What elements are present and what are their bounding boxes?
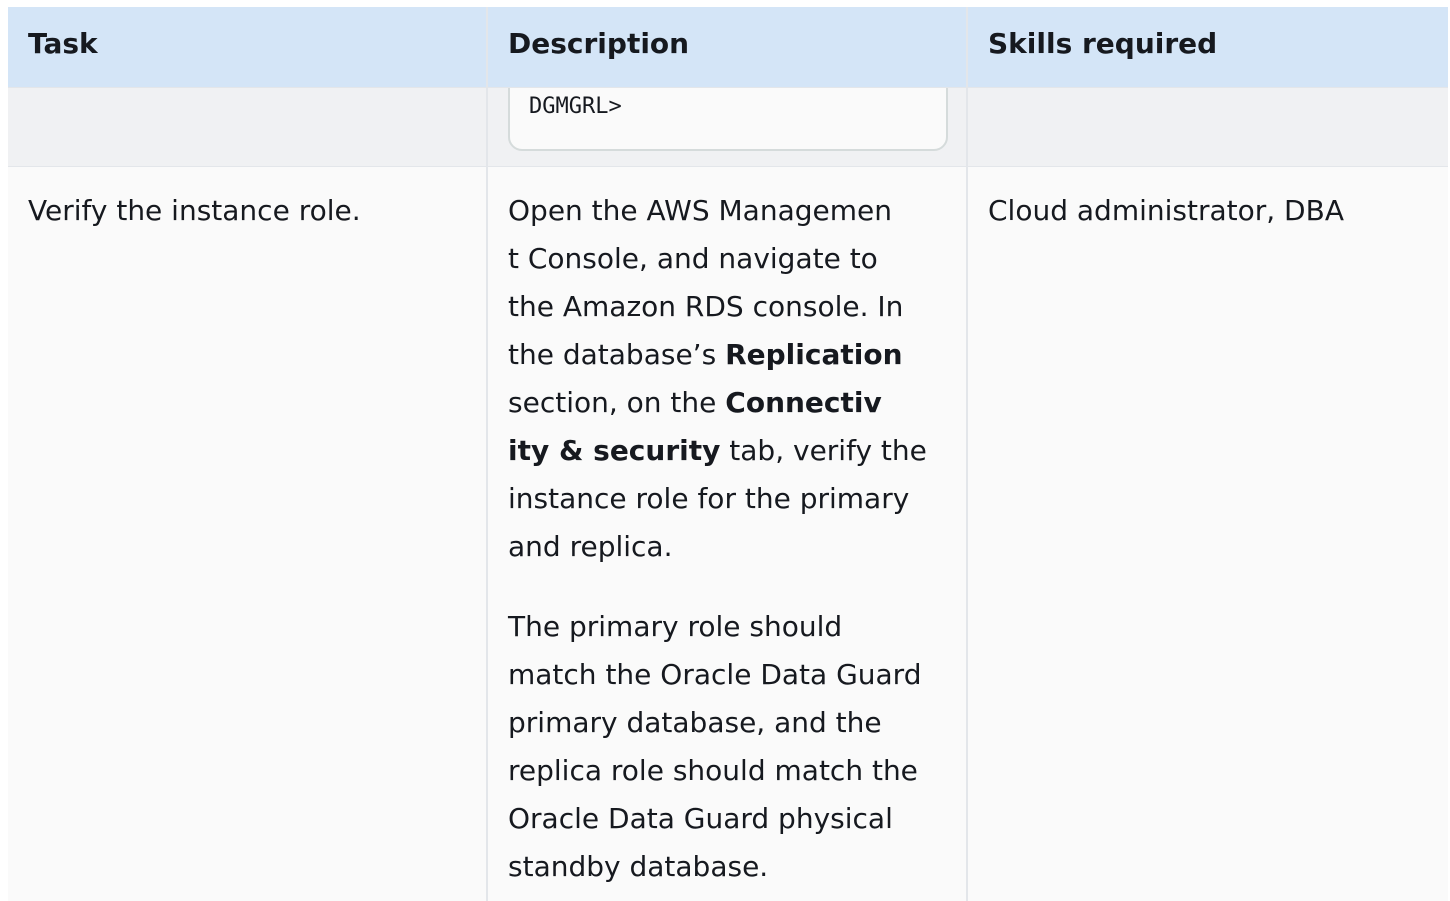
- description-paragraph-2: The primary role should match the Oracle …: [508, 610, 922, 883]
- connectivity-term-b: ity & security: [508, 434, 721, 467]
- prev-row-skills-cell: [968, 88, 1448, 166]
- skills-text: Cloud administrator, DBA: [988, 194, 1344, 227]
- row-task-cell: Verify the instance role.: [8, 167, 486, 901]
- task-text: Verify the instance role.: [28, 194, 361, 227]
- header-skills-required: Skills required: [968, 7, 1448, 87]
- header-task: Task: [8, 7, 486, 87]
- task-table: Task Description Skills required DGMGRL>…: [8, 7, 1448, 901]
- connectivity-term-a: Connectiv: [725, 386, 882, 419]
- prev-row-description-cell: DGMGRL>: [488, 88, 966, 166]
- row-skills-cell: Cloud administrator, DBA: [968, 167, 1448, 901]
- row-description-cell: Open the AWS Managemen t Console, and nav…: [488, 167, 966, 901]
- description-paragraph-1: Open the AWS Managemen t Console, and nav…: [508, 194, 927, 563]
- prev-row-task-cell: [8, 88, 486, 166]
- code-block: DGMGRL>: [508, 88, 948, 151]
- replication-term: Replication: [725, 338, 903, 371]
- code-text: DGMGRL>: [529, 94, 622, 119]
- header-description: Description: [488, 7, 966, 87]
